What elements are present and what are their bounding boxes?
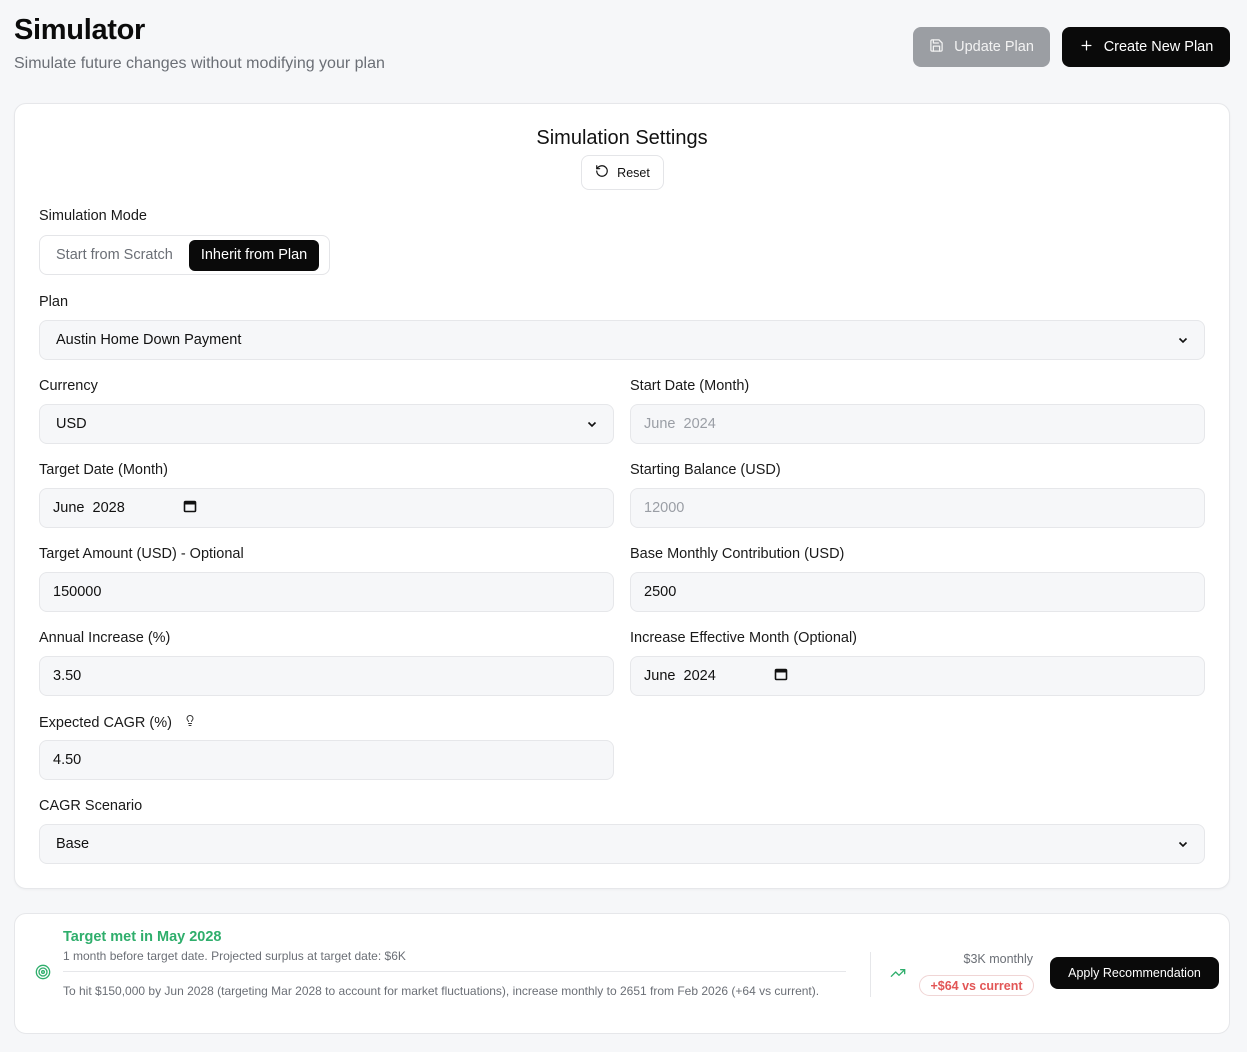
starting-balance-value: 12000 [644,500,685,516]
target-amount-value: 150000 [53,584,102,600]
cagr-label-row: Expected CAGR (%) [39,714,196,731]
currency-label: Currency [39,378,98,394]
recommendation-banner: Target met in May 2028 1 month before ta… [14,913,1230,1034]
target-amount-label: Target Amount (USD) - Optional [39,546,244,562]
header-actions: Update Plan Create New Plan [913,27,1230,67]
increase-month-input[interactable]: June 2024 [630,656,1205,696]
currency-select[interactable]: USD [39,404,614,444]
recommendation-description: To hit $150,000 by Jun 2028 (targeting M… [63,984,820,998]
base-contribution-value: 2500 [644,584,677,600]
target-date-value: June 2028 [53,500,125,516]
annual-increase-label: Annual Increase (%) [39,630,171,646]
annual-increase-value: 3.50 [53,668,82,684]
page-header: Simulator Simulate future changes withou… [14,14,1230,84]
simulation-mode-label: Simulation Mode [39,208,147,224]
delta-badge: +$64 vs current [919,975,1034,996]
reset-icon [595,164,609,181]
cagr-value: 4.50 [53,752,82,768]
settings-title: Simulation Settings [536,127,708,149]
start-date-field: June 2024 [630,404,1205,444]
cagr-input[interactable]: 4.50 [39,740,614,780]
update-plan-label: Update Plan [954,39,1034,55]
start-date-label: Start Date (Month) [630,378,750,394]
chevron-down-icon [587,421,597,428]
divider [63,971,846,972]
starting-balance-label: Starting Balance (USD) [630,462,781,478]
save-icon [929,38,944,57]
plan-select[interactable]: Austin Home Down Payment [39,320,1205,360]
target-icon [35,964,51,985]
create-new-plan-button[interactable]: Create New Plan [1062,27,1230,67]
increase-month-label: Increase Effective Month (Optional) [630,630,858,646]
target-date-input[interactable]: June 2028 [39,488,614,528]
increase-month-value: June 2024 [644,668,716,684]
create-new-plan-label: Create New Plan [1103,39,1214,55]
simulation-mode-toggle: Start from Scratch Inherit from Plan [39,235,330,275]
chevron-down-icon [1178,337,1188,344]
simulation-settings-card: Simulation Settings Reset Simulation Mod… [14,103,1230,889]
plan-select-value: Austin Home Down Payment [56,332,242,348]
base-contribution-input[interactable]: 2500 [630,572,1205,612]
cagr-scenario-select[interactable]: Base [39,824,1205,864]
mode-start-from-scratch[interactable]: Start from Scratch [44,240,185,271]
monthly-amount: $3K monthly [963,952,1033,966]
target-date-label: Target Date (Month) [39,462,168,478]
apply-recommendation-button[interactable]: Apply Recommendation [1050,957,1219,989]
recommendation-title: Target met in May 2028 [63,929,222,945]
starting-balance-field: 12000 [630,488,1205,528]
reset-label: Reset [617,165,650,180]
vertical-divider [870,952,871,997]
calendar-icon[interactable] [183,499,197,517]
reset-button[interactable]: Reset [581,155,664,190]
currency-select-value: USD [56,416,87,432]
target-amount-input[interactable]: 150000 [39,572,614,612]
update-plan-button[interactable]: Update Plan [913,27,1050,67]
cagr-scenario-label: CAGR Scenario [39,798,143,814]
plan-label: Plan [39,294,69,310]
mode-inherit-from-plan[interactable]: Inherit from Plan [188,239,320,271]
cagr-scenario-value: Base [56,836,90,852]
lightbulb-icon[interactable] [184,714,196,731]
trending-up-icon [890,965,906,986]
cagr-label: Expected CAGR (%) [39,714,172,731]
plus-icon [1079,38,1094,57]
chevron-down-icon [1178,841,1188,848]
annual-increase-input[interactable]: 3.50 [39,656,614,696]
base-contribution-label: Base Monthly Contribution (USD) [630,546,845,562]
calendar-icon[interactable] [774,667,788,685]
start-date-value: June 2024 [644,416,716,432]
recommendation-subtitle: 1 month before target date. Projected su… [63,949,406,963]
